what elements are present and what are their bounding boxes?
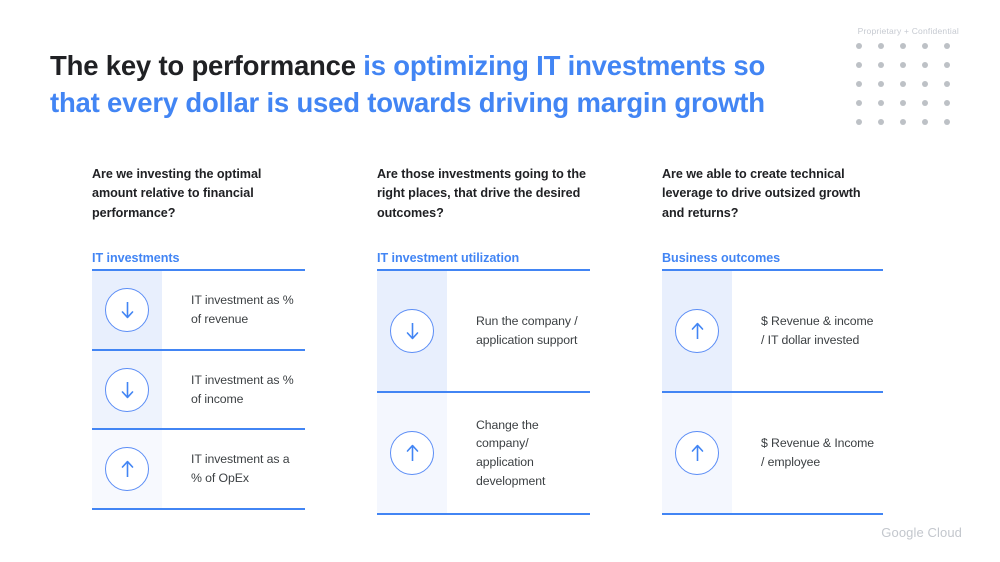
grid-dot: [856, 100, 862, 106]
table-row[interactable]: IT investment as % of income: [92, 351, 305, 428]
table-row[interactable]: Change the company/ application developm…: [377, 393, 590, 513]
grid-dot: [856, 43, 862, 49]
divider: [662, 513, 883, 515]
grid-dot: [944, 62, 950, 68]
arrow-up-icon: [390, 431, 434, 475]
divider: [92, 508, 305, 510]
row-icon-cell: [377, 271, 447, 391]
column-it-investment-utilization: Are those investments going to the right…: [377, 165, 590, 515]
grid-dot: [944, 100, 950, 106]
grid-dot: [922, 81, 928, 87]
grid-dot: [900, 81, 906, 87]
row-icon-cell: [377, 393, 447, 513]
grid-dot: [944, 81, 950, 87]
grid-dot: [944, 43, 950, 49]
grid-dot: [878, 81, 884, 87]
grid-dot: [922, 119, 928, 125]
row-icon-cell: [92, 351, 162, 428]
grid-dot: [856, 62, 862, 68]
column-question: Are we able to create technical leverage…: [662, 167, 861, 220]
arrow-down-icon: [105, 288, 149, 332]
grid-dot: [878, 100, 884, 106]
arrow-down-icon: [105, 367, 149, 412]
arrow-down-icon: [390, 309, 434, 353]
confidential-block: Proprietary + Confidential: [832, 26, 962, 125]
column-question: Are those investments going to the right…: [377, 167, 586, 220]
column-business-outcomes: Are we able to create technical leverage…: [662, 165, 883, 515]
grid-dot: [900, 100, 906, 106]
table-row[interactable]: IT investment as % of revenue: [92, 271, 305, 349]
grid-dot: [922, 62, 928, 68]
columns-container: Are we investing the optimal amount rela…: [0, 165, 1000, 525]
column-rows: $ Revenue & income / IT dollar invested: [662, 269, 883, 515]
grid-dot: [878, 119, 884, 125]
arrow-up-icon: [675, 431, 719, 475]
row-label: Run the company / application support: [476, 314, 578, 347]
row-icon-cell: [662, 271, 732, 391]
table-row[interactable]: Run the company / application support: [377, 271, 590, 391]
row-label: $ Revenue & income / IT dollar invested: [761, 314, 874, 347]
row-icon-cell: [92, 430, 162, 508]
row-text-cell: IT investment as % of revenue: [162, 271, 305, 349]
row-text-cell: $ Revenue & Income / employee: [732, 393, 883, 513]
grid-dot: [900, 119, 906, 125]
divider: [377, 513, 590, 515]
row-text-cell: $ Revenue & income / IT dollar invested: [732, 271, 883, 391]
logo-word-google: Google: [881, 525, 924, 540]
row-text-cell: IT investment as % of income: [162, 351, 305, 428]
row-label: IT investment as % of revenue: [191, 293, 294, 326]
grid-dot: [878, 62, 884, 68]
confidential-label: Proprietary + Confidential: [857, 26, 959, 36]
arrow-up-icon: [105, 447, 149, 491]
grid-dot: [856, 81, 862, 87]
row-label: $ Revenue & Income / employee: [761, 436, 875, 469]
row-text-cell: Change the company/ application developm…: [447, 393, 590, 513]
decorative-dot-grid: [856, 43, 951, 125]
column-label: IT investments: [92, 251, 180, 265]
column-rows: IT investment as % of revenue IT investm…: [92, 269, 305, 510]
logo-word-cloud: Cloud: [927, 525, 962, 540]
column-it-investments: Are we investing the optimal amount rela…: [92, 165, 305, 510]
table-row[interactable]: IT investment as a % of OpEx: [92, 430, 305, 508]
column-rows: Run the company / application support Ch…: [377, 269, 590, 515]
column-label: Business outcomes: [662, 251, 781, 265]
grid-dot: [922, 100, 928, 106]
grid-dot: [900, 43, 906, 49]
slide-title: The key to performance is optimizing IT …: [50, 48, 820, 121]
table-row[interactable]: $ Revenue & Income / employee: [662, 393, 883, 513]
title-dark-segment: The key to performance: [50, 50, 364, 81]
table-row[interactable]: $ Revenue & income / IT dollar invested: [662, 271, 883, 391]
row-icon-cell: [662, 393, 732, 513]
grid-dot: [878, 43, 884, 49]
grid-dot: [856, 119, 862, 125]
grid-dot: [900, 62, 906, 68]
column-question: Are we investing the optimal amount rela…: [92, 167, 262, 220]
grid-dot: [944, 119, 950, 125]
slide-canvas: Proprietary + Confidential The key to pe…: [0, 0, 1000, 562]
row-label: Change the company/ application developm…: [476, 417, 546, 488]
grid-dot: [922, 43, 928, 49]
row-icon-cell: [92, 271, 162, 349]
row-text-cell: IT investment as a % of OpEx: [162, 430, 305, 508]
row-text-cell: Run the company / application support: [447, 271, 590, 391]
column-label: IT investment utilization: [377, 251, 520, 265]
arrow-up-icon: [675, 309, 719, 353]
row-label: IT investment as a % of OpEx: [191, 452, 290, 485]
row-label: IT investment as % of income: [191, 372, 294, 406]
google-cloud-logo: Google Cloud: [881, 525, 962, 540]
